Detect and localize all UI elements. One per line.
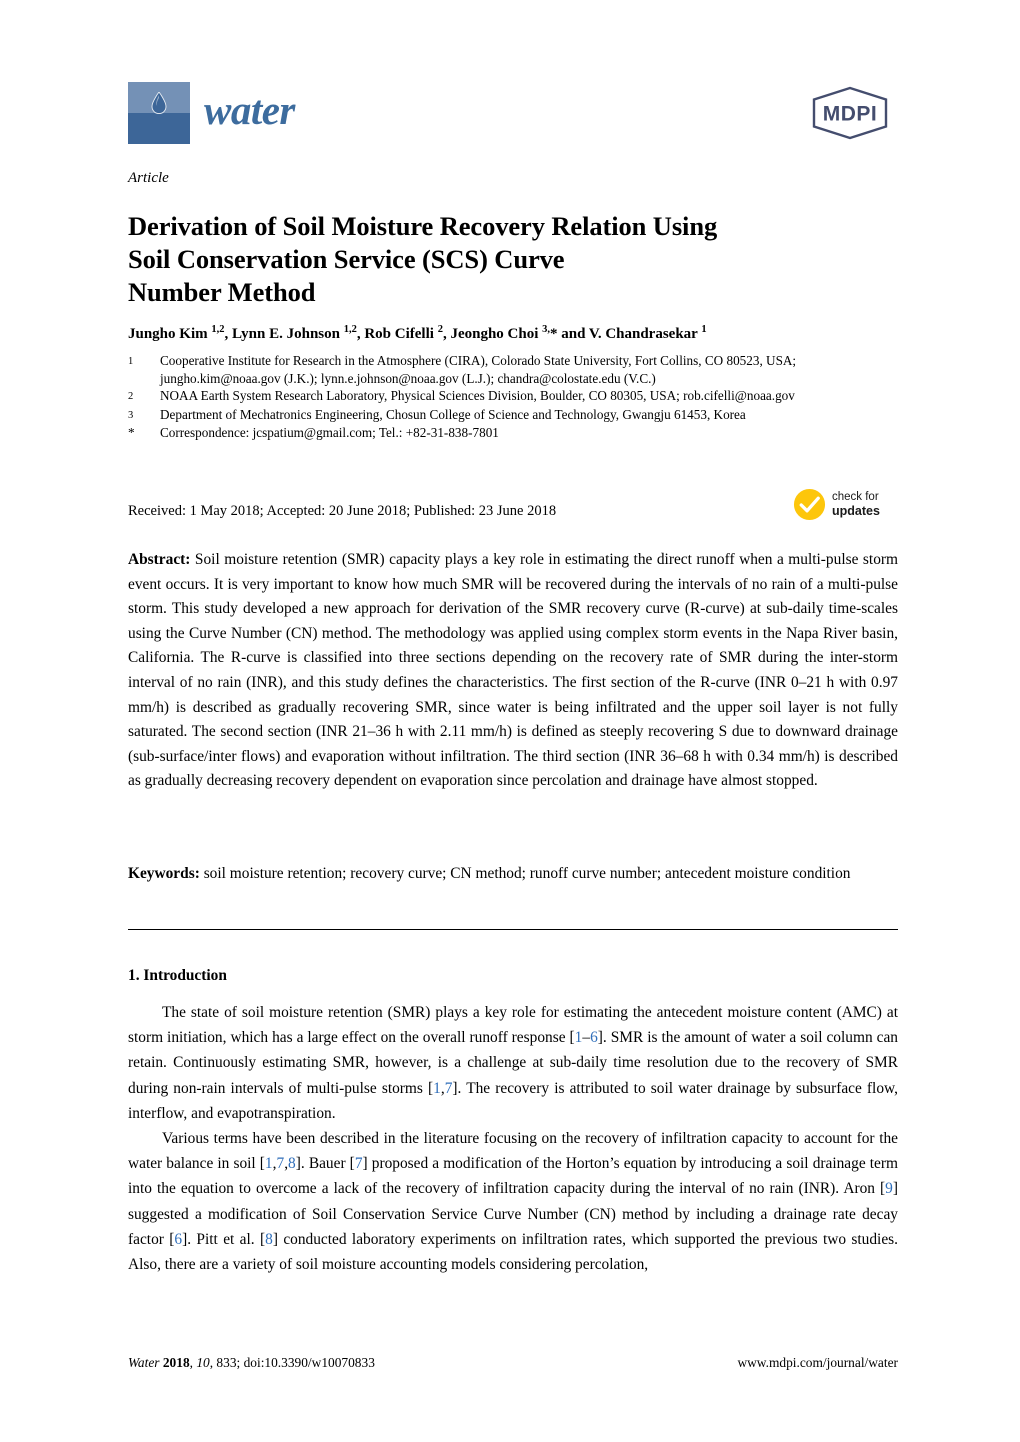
abstract-label: Abstract: bbox=[128, 551, 191, 568]
affiliation-marker: 2 bbox=[128, 391, 134, 403]
crossmark-label: check for updates bbox=[832, 490, 880, 518]
paragraph: The state of soil moisture retention (SM… bbox=[128, 1004, 898, 1122]
title-line-2: Soil Conservation Service (SCS) Curve bbox=[128, 243, 565, 274]
keywords-text: soil moisture retention; recovery curve;… bbox=[203, 865, 851, 882]
affiliation-text: Cooperative Institute for Research in th… bbox=[160, 353, 797, 386]
paper-page: water MDPI Article Derivation of Soil Mo… bbox=[0, 0, 1020, 1442]
correspondence-marker: * bbox=[128, 425, 135, 441]
svg-text:MDPI: MDPI bbox=[823, 103, 878, 126]
affiliation-text: Department of Mechatronics Engineering, … bbox=[160, 406, 746, 422]
affiliation-item: 3 Department of Mechatronics Engineering… bbox=[128, 406, 900, 425]
keywords-section: Keywords: soil moisture retention; recov… bbox=[128, 862, 898, 887]
paragraph: Various terms have been described in the… bbox=[128, 1130, 898, 1274]
affiliation-text: NOAA Earth System Research Laboratory, P… bbox=[160, 388, 795, 404]
logo-water-half bbox=[128, 113, 190, 144]
affiliation-marker: 1 bbox=[128, 356, 134, 367]
footer-citation: Water 2018, 10, 833; doi:10.3390/w100708… bbox=[128, 1355, 375, 1370]
publication-dates: Received: 1 May 2018; Accepted: 20 June … bbox=[128, 503, 557, 519]
page-title: Derivation of Soil Moisture Recovery Rel… bbox=[128, 210, 898, 309]
check-for-updates-badge[interactable]: check for updates bbox=[793, 484, 899, 524]
abstract-section: Abstract: Soil moisture retention (SMR) … bbox=[128, 548, 898, 794]
mdpi-publisher-logo-icon: MDPI bbox=[812, 86, 888, 140]
abstract-text: Soil moisture retention (SMR) capacity p… bbox=[128, 551, 898, 790]
title-line-1: Derivation of Soil Moisture Recovery Rel… bbox=[128, 210, 718, 241]
section-divider bbox=[128, 929, 898, 930]
journal-wordmark: water bbox=[204, 87, 295, 133]
water-droplet-icon bbox=[151, 92, 167, 114]
affiliation-item: 2 NOAA Earth System Research Laboratory,… bbox=[128, 387, 900, 406]
crossmark-line-1: check for bbox=[832, 491, 879, 503]
section-heading-introduction: 1. Introduction bbox=[128, 967, 227, 984]
affiliation-item: 1 Cooperative Institute for Research in … bbox=[128, 352, 900, 387]
introduction-body: The state of soil moisture retention (SM… bbox=[128, 1000, 898, 1277]
page-header: water MDPI bbox=[128, 82, 892, 150]
water-journal-logo-icon bbox=[128, 82, 190, 144]
keywords-label: Keywords: bbox=[128, 865, 200, 882]
title-line-3: Number Method bbox=[128, 276, 316, 307]
footer-journal-url[interactable]: www.mdpi.com/journal/water bbox=[737, 1355, 898, 1371]
journal-brand: water bbox=[128, 82, 295, 144]
author-list: Jungho Kim 1,2, Lynn E. Johnson 1,2, Rob… bbox=[128, 324, 707, 342]
page-footer: Water 2018, 10, 833; doi:10.3390/w100708… bbox=[128, 1355, 898, 1371]
correspondence-item: * Correspondence: jcspatium@gmail.com; T… bbox=[128, 424, 900, 442]
affiliation-marker: 3 bbox=[128, 409, 134, 421]
crossmark-check-icon bbox=[793, 488, 826, 520]
crossmark-line-2: updates bbox=[832, 504, 880, 518]
correspondence-text: Correspondence: jcspatium@gmail.com; Tel… bbox=[160, 425, 499, 441]
article-type-label: Article bbox=[128, 170, 169, 186]
affiliation-list: 1 Cooperative Institute for Research in … bbox=[128, 352, 900, 442]
